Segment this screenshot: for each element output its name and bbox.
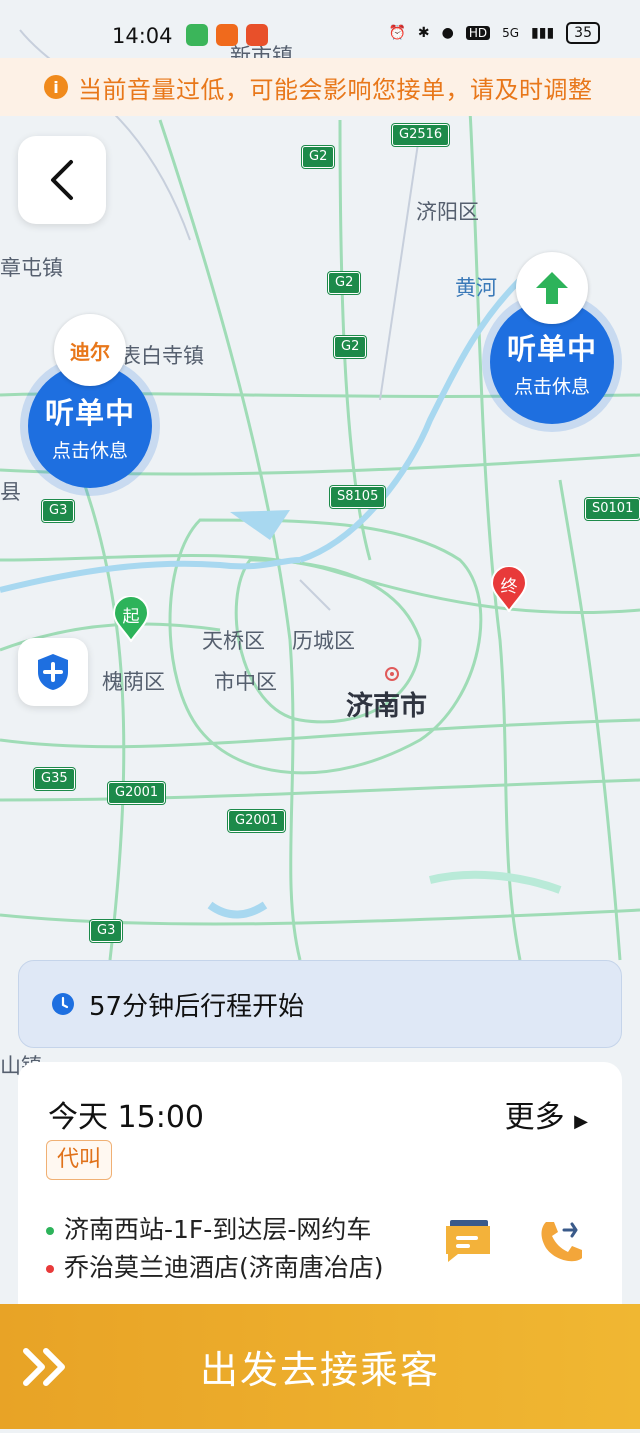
dier-logo-text: 迪尔	[70, 339, 110, 364]
status-indicators: ⏰ ✱ ● HD 5G ▮▮▮ 35	[388, 22, 600, 44]
map-label-jiyang: 济阳区	[416, 200, 479, 224]
message-icon[interactable]	[442, 1214, 494, 1266]
end-pin-label: 终	[500, 577, 518, 597]
start-pin-label: 起	[122, 607, 140, 627]
more-label: 更多	[504, 1100, 565, 1135]
chevron-left-icon	[51, 160, 73, 200]
road-shield: G2	[334, 336, 367, 358]
road-shield: G2	[328, 272, 361, 294]
battery-icon: 35	[566, 22, 600, 44]
map-label-jinan: 济南市	[346, 691, 427, 722]
volume-notice-bar[interactable]: i 当前音量过低，可能会影响您接单，请及时调整	[0, 58, 640, 116]
pickup-dot-icon	[46, 1227, 54, 1235]
road-shield: G2516	[392, 124, 450, 146]
listening-sub: 点击休息	[513, 375, 590, 398]
location-icon: ●	[441, 25, 454, 41]
order-time: 今天 15:00	[48, 1100, 204, 1135]
dropoff-text: 乔治莫兰迪酒店(济南唐冶店)	[64, 1253, 384, 1282]
listening-title: 听单中	[506, 331, 597, 366]
status-app-icons	[186, 24, 268, 46]
green-arrow-logo-icon	[516, 252, 588, 324]
app-icon	[186, 24, 208, 46]
city-center-icon	[385, 667, 399, 681]
info-icon: i	[44, 75, 68, 99]
alarm-icon: ⏰	[388, 25, 406, 41]
depart-pickup-button[interactable]: 出发去接乘客	[0, 1304, 640, 1429]
map-label-biaobaisi: 表白寺镇	[120, 344, 204, 368]
map-label-huaiyin: 槐荫区	[102, 670, 165, 694]
signal-icon: ▮▮▮	[531, 25, 555, 41]
clock-icon	[52, 993, 74, 1015]
listening-sub: 点击休息	[51, 439, 128, 462]
status-time: 14:04	[112, 24, 173, 48]
road-shield: G35	[34, 768, 75, 790]
app-icon	[246, 24, 268, 46]
bluetooth-icon: ✱	[417, 25, 430, 41]
map-label-shizhong: 市中区	[214, 670, 277, 694]
caret-right-icon: ▶	[574, 1111, 588, 1132]
shield-icon	[38, 654, 68, 690]
road-shield: S0101	[585, 498, 640, 520]
order-tag: 代叫	[46, 1140, 113, 1180]
dropoff-address: 乔治莫兰迪酒店(济南唐冶店)	[46, 1248, 396, 1284]
road-shield: G2	[302, 146, 335, 168]
network-label: 5G	[502, 26, 520, 40]
back-button[interactable]	[18, 136, 106, 224]
road-shield: G3	[42, 500, 75, 522]
volume-notice-text: 当前音量过低，可能会影响您接单，请及时调整	[78, 75, 593, 104]
depart-pickup-label: 出发去接乘客	[199, 1348, 440, 1392]
map-label-tianqiao: 天桥区	[202, 629, 265, 653]
app-icon	[216, 24, 238, 46]
more-button[interactable]: 更多 ▶	[505, 1092, 588, 1136]
map-label-xian: 县	[0, 480, 21, 504]
road-shield: G2001	[228, 810, 286, 832]
road-shield: G2001	[108, 782, 166, 804]
trip-start-banner: 57分钟后行程开始	[18, 960, 622, 1048]
map-label-licheng: 历城区	[292, 629, 355, 653]
road-shield: S8105	[330, 486, 386, 508]
order-card[interactable]: 今天 15:00 更多 ▶ 代叫 济南西站-1F-到达层-网约车 乔治莫兰迪酒店…	[18, 1062, 622, 1322]
pickup-text: 济南西站-1F-到达层-网约车	[64, 1215, 372, 1244]
end-pin-icon[interactable]: 终	[490, 565, 528, 613]
map-label-huanghe: 黄河	[455, 276, 497, 300]
listening-title: 听单中	[44, 395, 135, 430]
dropoff-dot-icon	[46, 1265, 54, 1273]
hd-icon: HD	[465, 26, 491, 40]
trip-start-text: 57分钟后行程开始	[89, 991, 305, 1022]
road-shield: G3	[90, 920, 123, 942]
start-pin-icon[interactable]: 起	[112, 595, 150, 643]
pickup-address: 济南西站-1F-到达层-网约车	[46, 1210, 396, 1246]
dier-logo-icon: 迪尔	[54, 314, 126, 386]
map-label-zhangtun: 章屯镇	[0, 256, 63, 280]
safety-shield-button[interactable]	[18, 638, 88, 706]
phone-forward-icon[interactable]	[536, 1216, 586, 1266]
